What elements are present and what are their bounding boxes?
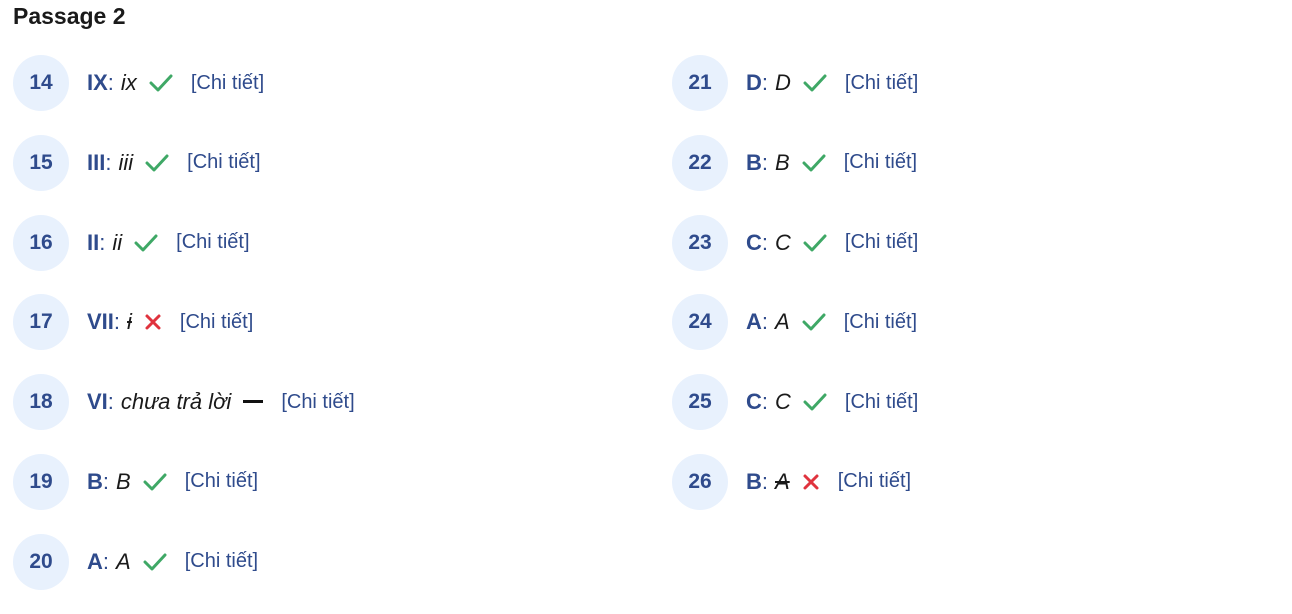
detail-link[interactable]: [Chi tiết] [180, 311, 253, 334]
check-icon [143, 552, 167, 572]
check-icon [803, 73, 827, 93]
correct-answer: A [746, 309, 762, 335]
user-answer: ii [112, 229, 123, 255]
question-number-badge: 25 [672, 374, 728, 431]
correct-answer: D [746, 70, 762, 95]
answer-separator: : [761, 309, 769, 335]
check-icon [803, 392, 827, 412]
answer-separator: : [761, 229, 769, 255]
correct-answer: C [746, 229, 762, 255]
user-answer: A [775, 309, 790, 335]
question-number-badge: 19 [13, 453, 69, 510]
detail-link[interactable]: [Chi tiết] [844, 151, 917, 174]
user-answer: B [775, 149, 790, 175]
question-number-badge: 22 [672, 134, 728, 191]
user-answer: B [116, 468, 131, 494]
check-icon [134, 233, 158, 253]
answer-row: 24 A: A [Chi tiết] [672, 294, 1272, 351]
answer-separator: : [113, 309, 121, 335]
answer-row: 15 III: iii [Chi tiết] [13, 134, 613, 191]
answer-row: 23 C: C [Chi tiết] [672, 214, 1272, 271]
check-icon [802, 312, 826, 332]
detail-link[interactable]: [Chi tiết] [845, 391, 918, 414]
answer-row: 22 B: B [Chi tiết] [672, 134, 1272, 191]
detail-link[interactable]: [Chi tiết] [191, 72, 264, 95]
correct-answer: II [87, 229, 100, 255]
detail-link[interactable]: [Chi tiết] [844, 311, 917, 334]
answer-separator: : [105, 149, 112, 175]
answer-separator: : [761, 149, 769, 175]
answer-separator: : [107, 389, 114, 415]
question-number-badge: 14 [13, 55, 69, 111]
detail-link[interactable]: [Chi tiết] [176, 231, 249, 254]
question-number-badge: 17 [13, 294, 69, 351]
answer-row: 26 B: A [Chi tiết] [672, 453, 1272, 510]
user-answer: C [775, 229, 791, 255]
detail-link[interactable]: [Chi tiết] [281, 391, 354, 414]
detail-link[interactable]: [Chi tiết] [845, 72, 918, 95]
user-answer: iii [118, 149, 134, 175]
correct-answer: III [87, 149, 106, 175]
cross-icon [144, 313, 162, 331]
cross-icon [802, 473, 820, 491]
answer-row: 18 VI: chưa trả lời [Chi tiết] [13, 374, 613, 431]
answer-row: 20 A: A [Chi tiết] [13, 533, 613, 590]
user-answer: C [775, 389, 791, 415]
check-icon [802, 153, 826, 173]
answer-row: 21 D: D [Chi tiết] [672, 55, 1272, 111]
answer-separator: : [107, 70, 114, 95]
correct-answer: B [746, 468, 762, 494]
user-answer: chưa trả lời [120, 389, 232, 415]
question-number-badge: 23 [672, 214, 728, 271]
correct-answer: VII [87, 309, 114, 335]
detail-link[interactable]: [Chi tiết] [187, 151, 260, 174]
check-icon [143, 472, 167, 492]
answer-separator: : [102, 548, 110, 574]
question-number-badge: 20 [13, 533, 69, 590]
passage-title: Passage 2 [13, 3, 126, 29]
answer-separator: : [99, 229, 106, 255]
answer-separator: : [102, 468, 110, 494]
question-number-badge: 21 [672, 55, 728, 111]
detail-link[interactable]: [Chi tiết] [838, 470, 911, 493]
detail-link[interactable]: [Chi tiết] [845, 231, 918, 254]
answer-separator: : [761, 468, 769, 494]
user-answer: D [775, 70, 791, 95]
check-icon [149, 73, 173, 93]
answer-separator: : [761, 70, 769, 95]
correct-answer: C [746, 389, 762, 415]
answers-column-right: 21 D: D [Chi tiết] 22 B: B [Chi tiết] 23 C: C [Chi … [672, 55, 1272, 534]
detail-link[interactable]: [Chi tiết] [185, 470, 258, 493]
answers-column-left: 14 IX: ix [Chi tiết] 15 III: iii [Chi tiết] 16 II… [13, 55, 613, 614]
dash-icon [243, 399, 264, 405]
question-number-badge: 18 [13, 374, 69, 431]
detail-link[interactable]: [Chi tiết] [185, 550, 258, 573]
correct-answer: B [746, 149, 762, 175]
question-number-badge: 24 [672, 294, 728, 351]
question-number-badge: 26 [672, 453, 728, 510]
answer-separator: : [761, 389, 769, 415]
user-answer: i [127, 309, 132, 335]
user-answer: A [775, 468, 790, 494]
answer-row: 16 II: ii [Chi tiết] [13, 214, 613, 271]
user-answer: ix [120, 70, 137, 95]
correct-answer: IX [87, 70, 108, 95]
answer-row: 25 C: C [Chi tiết] [672, 374, 1272, 431]
question-number-badge: 16 [13, 214, 69, 271]
correct-answer: A [87, 548, 103, 574]
correct-answer: VI [87, 389, 108, 415]
correct-answer: B [87, 468, 103, 494]
question-number-badge: 15 [13, 134, 69, 191]
answer-row: 19 B: B [Chi tiết] [13, 453, 613, 510]
answer-row: 14 IX: ix [Chi tiết] [13, 55, 613, 111]
check-icon [803, 233, 827, 253]
check-icon [145, 153, 169, 173]
user-answer: A [116, 548, 131, 574]
answer-row: 17 VII: i [Chi tiết] [13, 294, 613, 351]
